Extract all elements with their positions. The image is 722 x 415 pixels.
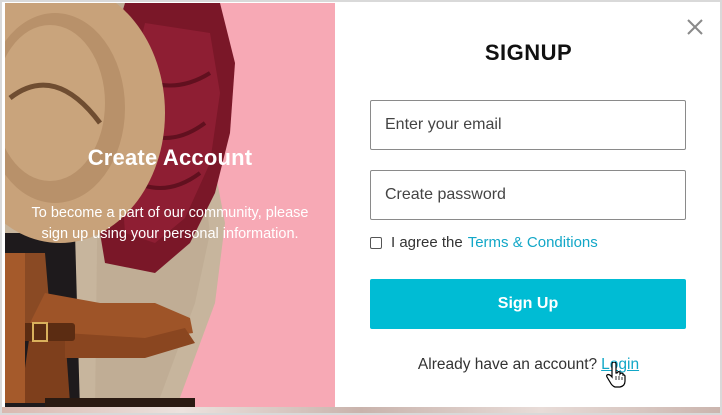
terms-checkbox[interactable] — [370, 236, 382, 249]
form-title: SIGNUP — [484, 40, 573, 65]
hero-text: Create Account To become a part of our c… — [5, 145, 335, 245]
login-prompt-row: Already have an account? Login — [335, 356, 720, 374]
background-strip — [2, 407, 720, 413]
signup-button[interactable]: Sign Up — [370, 279, 686, 329]
email-input[interactable] — [370, 100, 686, 150]
close-button[interactable] — [684, 16, 706, 38]
terms-link[interactable]: Terms & Conditions — [468, 234, 598, 251]
agree-label: I agree the — [391, 234, 463, 251]
terms-agreement: I agree the Terms & Conditions — [370, 234, 598, 251]
hero-image-panel: Create Account To become a part of our c… — [5, 3, 335, 411]
signup-modal: Create Account To become a part of our c… — [0, 0, 722, 415]
hand-pointer-icon — [606, 362, 626, 388]
hero-description: To become a part of our community, pleas… — [31, 205, 309, 242]
signup-form-panel: SIGNUP I agree the Terms & Conditions Si… — [335, 2, 720, 411]
hero-title: Create Account — [87, 145, 253, 170]
password-input[interactable] — [370, 170, 686, 220]
close-icon — [687, 19, 703, 35]
login-prompt: Already have an account? — [417, 356, 598, 373]
